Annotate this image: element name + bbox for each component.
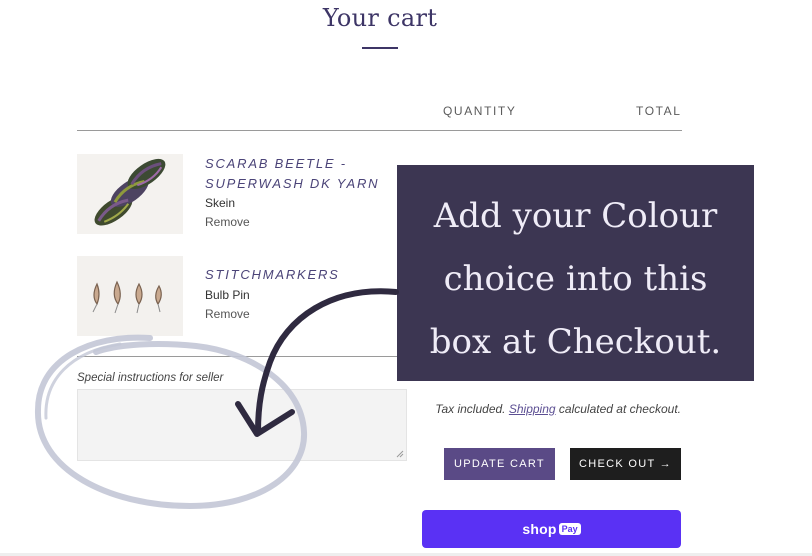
tax-included-text: Tax included. xyxy=(435,402,506,416)
special-instructions-textarea[interactable] xyxy=(77,389,407,461)
header-divider xyxy=(77,130,682,131)
callout-line: choice into this xyxy=(443,259,708,299)
tax-shipping-note: Tax included. Shipping calculated at che… xyxy=(430,400,681,419)
page-title: Your cart xyxy=(322,4,438,32)
item-title-stitchmarkers[interactable]: STITCHMARKERS xyxy=(205,265,405,285)
shop-pay-badge: Pay xyxy=(558,523,581,535)
check-out-button[interactable]: CHECK OUT → xyxy=(570,448,681,480)
callout-text: Add your Colour choice into this box at … xyxy=(397,185,754,374)
item-title-scarab-beetle[interactable]: SCARAB BEETLE - SUPERWASH DK YARN xyxy=(205,154,405,194)
item-title-line[interactable]: SCARAB BEETLE - xyxy=(205,154,405,174)
shop-pay-wordmark: shop xyxy=(522,521,557,537)
special-instructions-label: Special instructions for seller xyxy=(77,372,224,384)
column-header-total: TOTAL xyxy=(636,104,682,118)
colour-choice-callout: Add your Colour choice into this box at … xyxy=(397,165,754,381)
shipping-link[interactable]: Shipping xyxy=(509,402,556,416)
remove-link[interactable]: Remove xyxy=(205,307,250,321)
column-header-quantity: QUANTITY xyxy=(443,104,517,118)
calculated-at-checkout-text: calculated at checkout. xyxy=(558,402,681,416)
shop-pay-button[interactable]: shop Pay xyxy=(422,510,681,548)
cart-divider xyxy=(77,356,407,357)
item-variant: Bulb Pin xyxy=(205,288,250,302)
resize-grip-icon[interactable] xyxy=(396,450,404,458)
product-image-yarn[interactable] xyxy=(77,154,183,234)
product-image-stitchmarkers[interactable] xyxy=(77,256,183,336)
item-title-line[interactable]: SUPERWASH DK YARN xyxy=(205,174,405,194)
title-divider xyxy=(362,47,398,49)
callout-line: box at Checkout. xyxy=(429,322,722,362)
remove-link[interactable]: Remove xyxy=(205,215,250,229)
item-variant: Skein xyxy=(205,196,236,210)
callout-line: Add your Colour xyxy=(433,196,718,236)
update-cart-button[interactable]: UPDATE CART xyxy=(444,448,555,480)
